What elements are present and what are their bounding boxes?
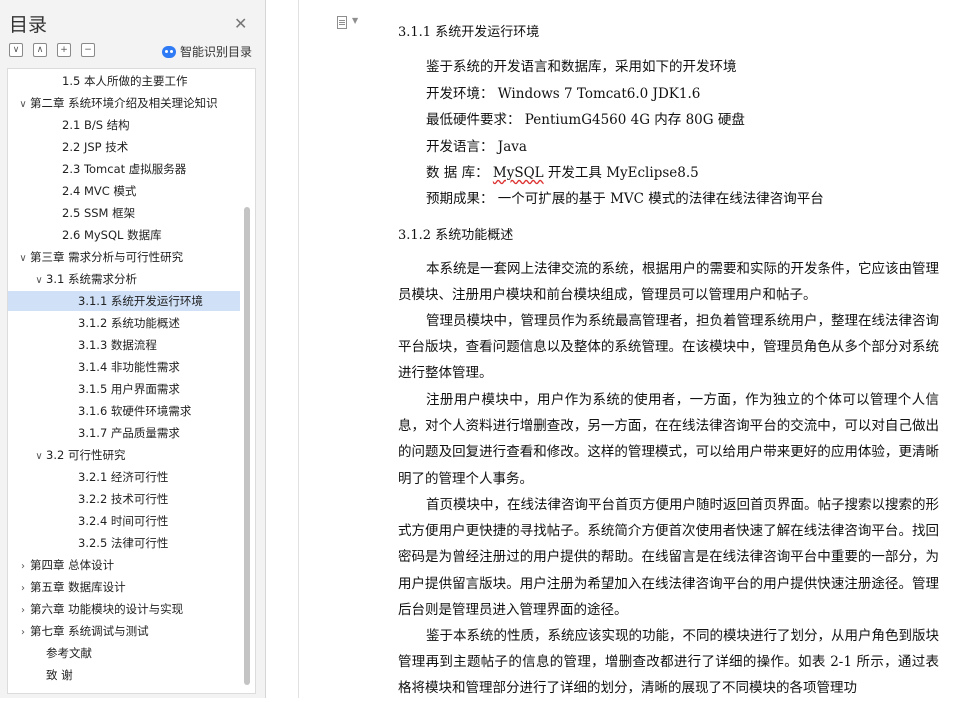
env-db-rest: 开发工具 MyEclipse8.5 xyxy=(543,165,699,181)
toc-item[interactable]: 3.2.2 技术可行性 xyxy=(8,489,240,509)
chevron-right-icon[interactable]: › xyxy=(16,579,30,597)
toc-item-label: 3.1.5 用户界面需求 xyxy=(78,382,180,396)
paragraph-2: 管理员模块中，管理员作为系统最高管理者，担负着管理系统用户，整理在线法律咨询平台… xyxy=(398,313,939,382)
toc-item[interactable]: 3.1.4 非功能性需求 xyxy=(8,357,240,377)
chevron-down-icon[interactable]: ▼ xyxy=(352,16,358,25)
toc-item[interactable]: 3.1.5 用户界面需求 xyxy=(8,379,240,399)
toc-item[interactable]: 致 谢 xyxy=(8,665,240,685)
toc-item[interactable]: 3.1.6 软硬件环境需求 xyxy=(8,401,240,421)
toc-item[interactable]: ∨ 3.2 可行性研究 xyxy=(8,445,240,465)
scrollbar-thumb[interactable] xyxy=(244,207,250,685)
paragraph-4: 首页模块中，在线法律咨询平台首页方便用户随时返回首页界面。帖子搜索以搜索的形式方… xyxy=(398,497,939,618)
toc-item[interactable]: 3.2.4 时间可行性 xyxy=(8,511,240,531)
toc-item-label: 第四章 总体设计 xyxy=(30,558,115,572)
toc-item-label: 第五章 数据库设计 xyxy=(30,580,126,594)
close-icon[interactable]: ✕ xyxy=(234,14,247,33)
toc-item-label: 3.2.1 经济可行性 xyxy=(78,470,169,484)
env-intro: 鉴于系统的开发语言和数据库，采用如下的开发环境 xyxy=(426,59,737,75)
expand-up-button[interactable]: ∧ xyxy=(33,43,47,57)
toc-item-label: 3.1.3 数据流程 xyxy=(78,338,157,352)
toc-item[interactable]: 3.2.5 法律可行性 xyxy=(8,533,240,553)
toc-item-label: 第二章 系统环境介绍及相关理论知识 xyxy=(30,96,218,110)
toc-item[interactable]: 参考文献 xyxy=(8,643,240,663)
chevron-down-icon[interactable]: ∨ xyxy=(16,95,30,113)
toc-item-label: 3.1.4 非功能性需求 xyxy=(78,360,180,374)
smart-toc-button[interactable]: 智能识别目录 xyxy=(162,43,252,60)
chevron-down-icon[interactable]: ∨ xyxy=(32,271,46,289)
toc-item[interactable]: 1.5 本人所做的主要工作 xyxy=(8,71,240,91)
toc-item[interactable]: 3.1.2 系统功能概述 xyxy=(8,313,240,333)
toc-item-label: 参考文献 xyxy=(46,646,92,660)
document-area: ▼ 3.1.1 系统开发运行环境 鉴于系统的开发语言和数据库，采用如下的开发环境… xyxy=(298,0,966,698)
toc-item-label: 3.2.4 时间可行性 xyxy=(78,514,169,528)
toc-item-label: 致 谢 xyxy=(46,668,73,682)
toc-item[interactable]: › 第六章 功能模块的设计与实现 xyxy=(8,599,240,619)
chevron-right-icon[interactable]: › xyxy=(16,601,30,619)
toc-item[interactable]: 3.1.1 系统开发运行环境 xyxy=(8,291,240,311)
toc-item[interactable]: 3.1.3 数据流程 xyxy=(8,335,240,355)
toc-item[interactable]: 2.1 B/S 结构 xyxy=(8,115,240,135)
toc-item-label: 2.4 MVC 模式 xyxy=(62,184,137,198)
toc-item[interactable]: ∨ 第三章 需求分析与可行性研究 xyxy=(8,247,240,267)
paragraph-3: 注册用户模块中，用户作为系统的使用者，一方面，作为独立的个体可以管理个人信息，对… xyxy=(398,392,939,487)
ai-icon xyxy=(162,45,176,58)
env-language: 开发语言： Java xyxy=(426,139,527,155)
toc-list: 1.5 本人所做的主要工作 ∨ 第二章 系统环境介绍及相关理论知识 2.1 B/S 结… xyxy=(7,68,256,694)
toc-item-label: 第三章 需求分析与可行性研究 xyxy=(30,250,184,264)
toc-item-label: 第七章 系统调试与测试 xyxy=(30,624,149,638)
toc-item[interactable]: ∨ 第二章 系统环境介绍及相关理论知识 xyxy=(8,93,240,113)
heading-3-1-1: 3.1.1 系统开发运行环境 xyxy=(398,25,540,40)
paragraph-1: 本系统是一套网上法律交流的系统，根据用户的需要和实际的开发条件，它应该由管理员模… xyxy=(398,261,939,304)
toc-item-label: 2.1 B/S 结构 xyxy=(62,118,130,132)
toc-item[interactable]: 2.5 SSM 框架 xyxy=(8,203,240,223)
toc-item[interactable]: › 第五章 数据库设计 xyxy=(8,577,240,597)
toc-item[interactable]: 3.2.1 经济可行性 xyxy=(8,467,240,487)
toc-item[interactable]: 3.1.7 产品质量需求 xyxy=(8,423,240,443)
toc-item-label: 3.2.5 法律可行性 xyxy=(78,536,169,550)
navigation-pane: 目录 ✕ ∨ ∧ + − 智能识别目录 1.5 本人所做的主要工作 ∨ 第二章 系统… xyxy=(0,0,266,698)
toc-item-label: 第六章 功能模块的设计与实现 xyxy=(30,602,184,616)
toc-item[interactable]: 2.4 MVC 模式 xyxy=(8,181,240,201)
spellcheck-word[interactable]: MySQL xyxy=(493,165,544,181)
remove-heading-button[interactable]: − xyxy=(81,43,95,57)
paragraph-5: 鉴于本系统的性质，系统应该实现的功能，不同的模块进行了划分，从用户角色到版块管理… xyxy=(398,628,939,697)
env-database: 数 据 库： MySQL 开发工具 MyEclipse8.5 xyxy=(426,161,699,181)
toc-item-label: 2.6 MySQL 数据库 xyxy=(62,228,162,242)
toc-item[interactable]: › 第七章 系统调试与测试 xyxy=(8,621,240,641)
toc-item[interactable]: › 第四章 总体设计 xyxy=(8,555,240,575)
env-db-label: 数 据 库： xyxy=(426,165,493,181)
toc-item[interactable]: 2.3 Tomcat 虚拟服务器 xyxy=(8,159,240,179)
toc-item-label: 3.1.7 产品质量需求 xyxy=(78,426,180,440)
toc-item[interactable]: ∨ 3.1 系统需求分析 xyxy=(8,269,240,289)
toc-item-label: 3.2 可行性研究 xyxy=(46,448,126,462)
env-result: 预期成果： 一个可扩展的基于 MVC 模式的法律在线法律咨询平台 xyxy=(426,191,824,207)
collapse-all-button[interactable]: ∨ xyxy=(9,43,23,57)
chevron-right-icon[interactable]: › xyxy=(16,557,30,575)
add-heading-button[interactable]: + xyxy=(57,43,71,57)
toc-item[interactable]: 2.2 JSP 技术 xyxy=(8,137,240,157)
chevron-down-icon[interactable]: ∨ xyxy=(16,249,30,267)
toc-item-label: 1.5 本人所做的主要工作 xyxy=(62,74,188,88)
toc-item-label: 3.1.1 系统开发运行环境 xyxy=(78,294,203,308)
toc-item-label: 2.5 SSM 框架 xyxy=(62,206,136,220)
toc-item-label: 3.1 系统需求分析 xyxy=(46,272,137,286)
env-dev: 开发环境： Windows 7 Tomcat6.0 JDK1.6 xyxy=(426,86,701,102)
document-icon[interactable] xyxy=(337,16,347,29)
chevron-down-icon[interactable]: ∨ xyxy=(32,447,46,465)
toc-item[interactable]: 2.6 MySQL 数据库 xyxy=(8,225,240,245)
toc-item-label: 2.3 Tomcat 虚拟服务器 xyxy=(62,162,187,176)
nav-title: 目录 xyxy=(9,14,48,36)
toc-item-label: 2.2 JSP 技术 xyxy=(62,140,129,154)
heading-3-1-2: 3.1.2 系统功能概述 xyxy=(398,228,514,243)
toc-item-label: 3.2.2 技术可行性 xyxy=(78,492,169,506)
toc-scrollbar[interactable] xyxy=(242,69,252,693)
chevron-right-icon[interactable]: › xyxy=(16,623,30,641)
smart-toc-label: 智能识别目录 xyxy=(180,45,253,59)
env-hardware: 最低硬件要求： PentiumG4560 4G 内存 80G 硬盘 xyxy=(426,112,745,128)
toc-item-label: 3.1.6 软硬件环境需求 xyxy=(78,404,192,418)
toc-item-label: 3.1.2 系统功能概述 xyxy=(78,316,180,330)
